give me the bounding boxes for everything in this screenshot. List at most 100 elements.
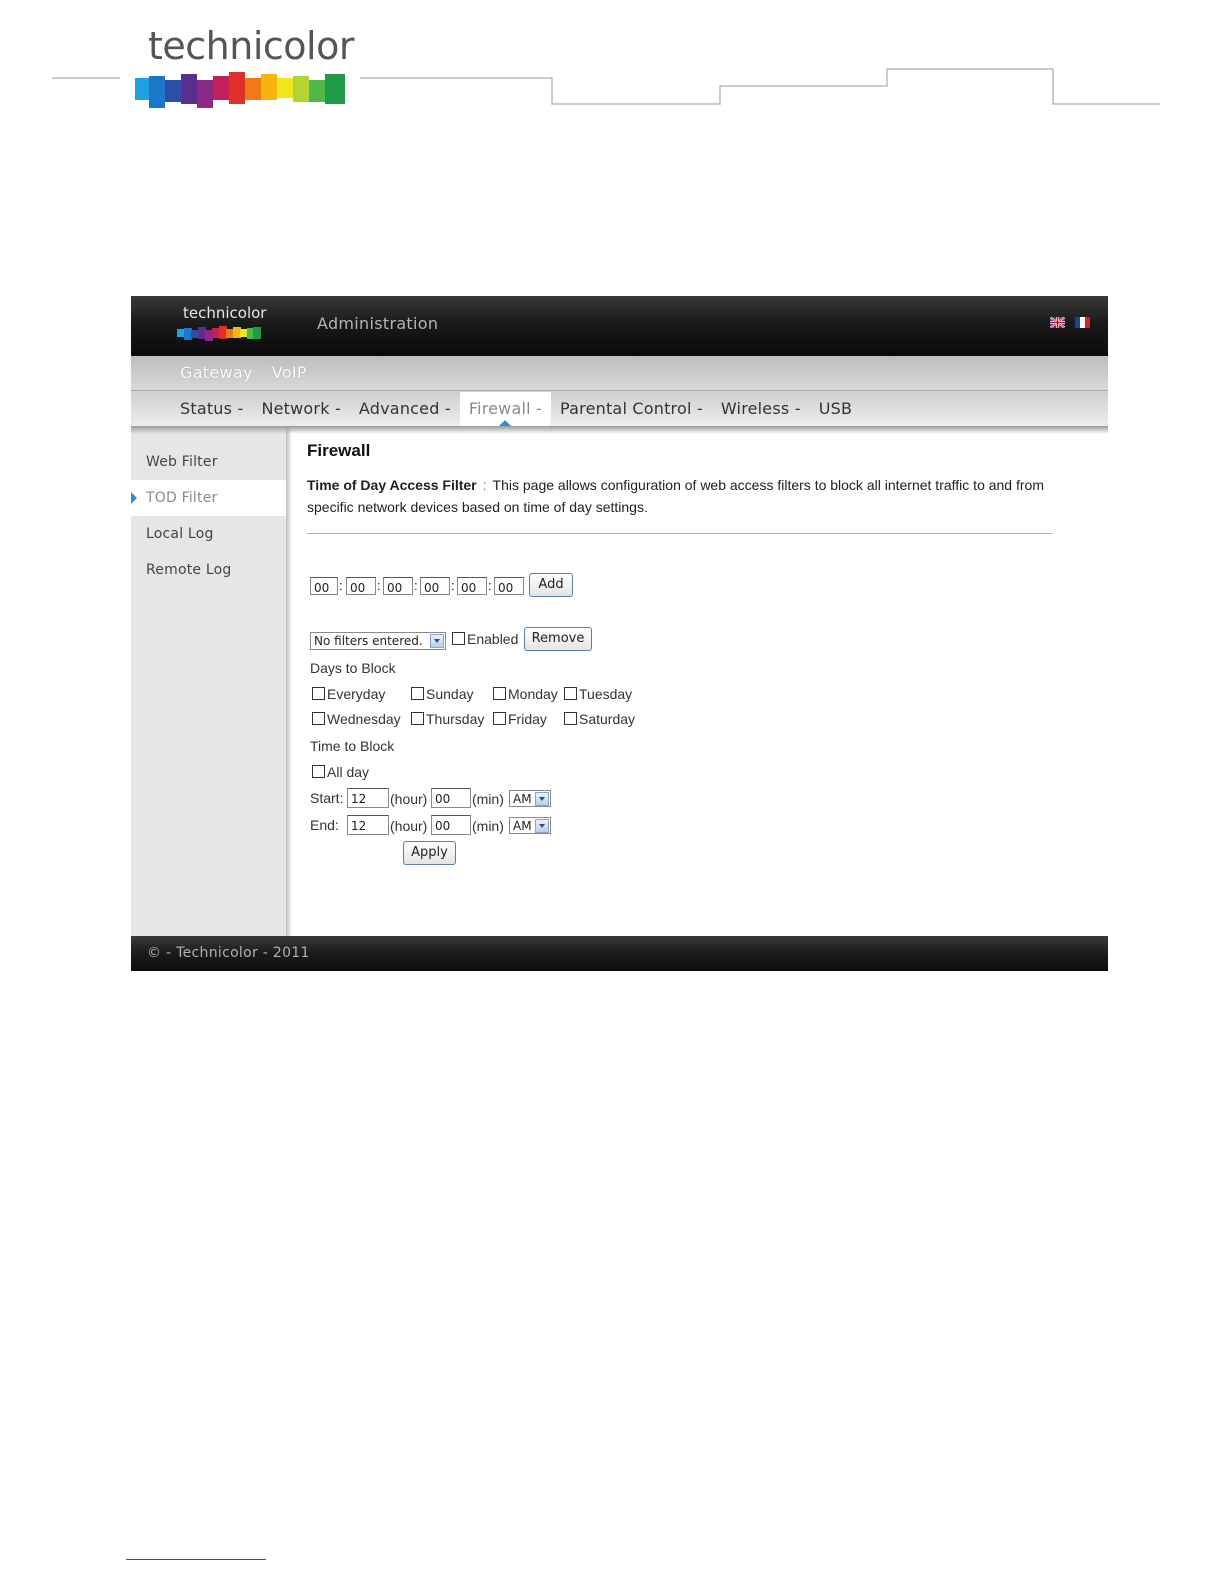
top-bar: technicolor Administration xyxy=(131,296,1108,356)
enabled-label: Enabled xyxy=(467,631,519,647)
section-divider xyxy=(307,533,1052,534)
menu-divider xyxy=(131,390,1108,391)
mac-octet-3[interactable]: 00 xyxy=(383,577,413,595)
menu-parental-control[interactable]: Parental Control - xyxy=(551,392,712,426)
mac-octet-4[interactable]: 00 xyxy=(420,577,450,595)
primary-menu: Gateway VoIP xyxy=(180,363,307,382)
mac-separator: : xyxy=(414,578,418,593)
start-label: Start: xyxy=(310,790,344,806)
footer: © - Technicolor - 2011 xyxy=(131,936,1108,971)
chevron-down-icon xyxy=(535,819,549,833)
checkbox-icon xyxy=(312,687,325,700)
start-ampm-value: AM xyxy=(513,792,532,806)
mac-separator: : xyxy=(377,578,381,593)
checkbox-icon xyxy=(564,712,577,725)
sidebar-item-web-filter[interactable]: Web Filter xyxy=(131,444,286,480)
day-checkbox-monday[interactable]: Monday xyxy=(493,686,558,702)
day-label: Monday xyxy=(508,686,558,702)
sidebar-item-label: TOD Filter xyxy=(146,490,218,506)
app-logo[interactable]: technicolor xyxy=(177,304,267,344)
day-label: Saturday xyxy=(579,711,636,727)
hour-unit-label: (hour) xyxy=(390,791,428,807)
mac-octet-6[interactable]: 00 xyxy=(494,577,524,595)
day-label: Everyday xyxy=(327,686,386,702)
menu-advanced[interactable]: Advanced - xyxy=(350,392,460,426)
end-ampm-select[interactable]: AM xyxy=(509,817,551,834)
footnote-line xyxy=(126,1559,266,1560)
menu-bar: Gateway VoIP Status - Network - Advanced… xyxy=(131,356,1108,426)
checkbox-icon xyxy=(411,712,424,725)
menu-usb[interactable]: USB xyxy=(810,392,861,426)
day-checkbox-saturday[interactable]: Saturday xyxy=(564,711,635,727)
start-ampm-select[interactable]: AM xyxy=(509,790,551,807)
day-checkbox-friday[interactable]: Friday xyxy=(493,711,547,727)
remove-button[interactable]: Remove xyxy=(524,627,592,651)
admin-app-window: technicolor Administration Gateway VoIP … xyxy=(131,296,1108,971)
sidebar: Web Filter TOD Filter Local Log Remote L… xyxy=(131,426,286,936)
mac-octet-5[interactable]: 00 xyxy=(457,577,487,595)
uk-flag-icon[interactable] xyxy=(1050,317,1065,328)
add-button[interactable]: Add xyxy=(529,573,573,597)
start-hour-input[interactable]: 12 xyxy=(347,788,389,808)
mac-octet-1[interactable]: 00 xyxy=(310,577,338,595)
checkbox-icon xyxy=(493,687,506,700)
active-arrow-icon xyxy=(131,492,137,504)
description-separator: : xyxy=(482,477,487,493)
day-checkbox-thursday[interactable]: Thursday xyxy=(411,711,484,727)
end-hour-input[interactable]: 12 xyxy=(347,815,389,835)
day-label: Friday xyxy=(508,711,547,727)
day-label: Tuesday xyxy=(579,686,633,702)
admin-title: Administration xyxy=(317,314,439,333)
technicolor-logo-icon xyxy=(135,72,345,108)
chevron-down-icon xyxy=(430,634,444,648)
start-min-input[interactable]: 00 xyxy=(431,788,471,808)
day-label: Wednesday xyxy=(327,711,401,727)
copyright-text: © - Technicolor - 2011 xyxy=(147,945,310,961)
technicolor-logo-text: technicolor xyxy=(148,24,354,68)
document-header: technicolor xyxy=(0,0,1224,130)
checkbox-icon xyxy=(493,712,506,725)
france-flag-icon[interactable] xyxy=(1075,317,1090,328)
menu-status[interactable]: Status - xyxy=(171,392,252,426)
menu-wireless[interactable]: Wireless - xyxy=(712,392,810,426)
day-checkbox-tuesday[interactable]: Tuesday xyxy=(564,686,632,702)
description-heading: Time of Day Access Filter xyxy=(307,477,477,493)
apply-button[interactable]: Apply xyxy=(403,841,456,865)
menu-network[interactable]: Network - xyxy=(252,392,349,426)
checkbox-icon xyxy=(452,632,465,645)
day-checkbox-wednesday[interactable]: Wednesday xyxy=(312,711,401,727)
sidebar-item-remote-log[interactable]: Remote Log xyxy=(131,552,286,588)
page-description: Time of Day Access Filter: This page allo… xyxy=(307,474,1047,518)
end-min-input[interactable]: 00 xyxy=(431,815,471,835)
enabled-checkbox[interactable]: Enabled xyxy=(452,631,518,647)
time-to-block-heading: Time to Block xyxy=(310,738,395,754)
menu-gateway[interactable]: Gateway xyxy=(180,363,253,382)
filter-select-value: No filters entered. xyxy=(314,634,423,648)
mac-octet-2[interactable]: 00 xyxy=(346,577,376,595)
mac-separator: : xyxy=(339,578,343,593)
sidebar-item-local-log[interactable]: Local Log xyxy=(131,516,286,552)
all-day-checkbox[interactable]: All day xyxy=(312,764,369,780)
min-unit-label: (min) xyxy=(472,818,504,834)
page-title: Firewall xyxy=(307,441,371,460)
day-label: Sunday xyxy=(426,686,474,702)
end-label: End: xyxy=(310,817,339,833)
chevron-down-icon xyxy=(535,792,549,806)
secondary-menu: Status - Network - Advanced - Firewall -… xyxy=(171,392,861,426)
hour-unit-label: (hour) xyxy=(390,818,428,834)
menu-firewall[interactable]: Firewall - xyxy=(459,392,552,426)
app-logo-icon xyxy=(177,326,261,341)
main-content: Firewall Time of Day Access Filter: This … xyxy=(307,426,1067,931)
language-selector xyxy=(1050,317,1090,328)
all-day-label: All day xyxy=(327,764,370,780)
menu-voip[interactable]: VoIP xyxy=(272,363,307,382)
sidebar-item-tod-filter[interactable]: TOD Filter xyxy=(131,480,286,516)
min-unit-label: (min) xyxy=(472,791,504,807)
end-ampm-value: AM xyxy=(513,819,532,833)
checkbox-icon xyxy=(411,687,424,700)
checkbox-icon xyxy=(312,765,325,778)
day-checkbox-sunday[interactable]: Sunday xyxy=(411,686,473,702)
checkbox-icon xyxy=(564,687,577,700)
filter-select[interactable]: No filters entered. xyxy=(310,632,446,650)
day-checkbox-everyday[interactable]: Everyday xyxy=(312,686,385,702)
